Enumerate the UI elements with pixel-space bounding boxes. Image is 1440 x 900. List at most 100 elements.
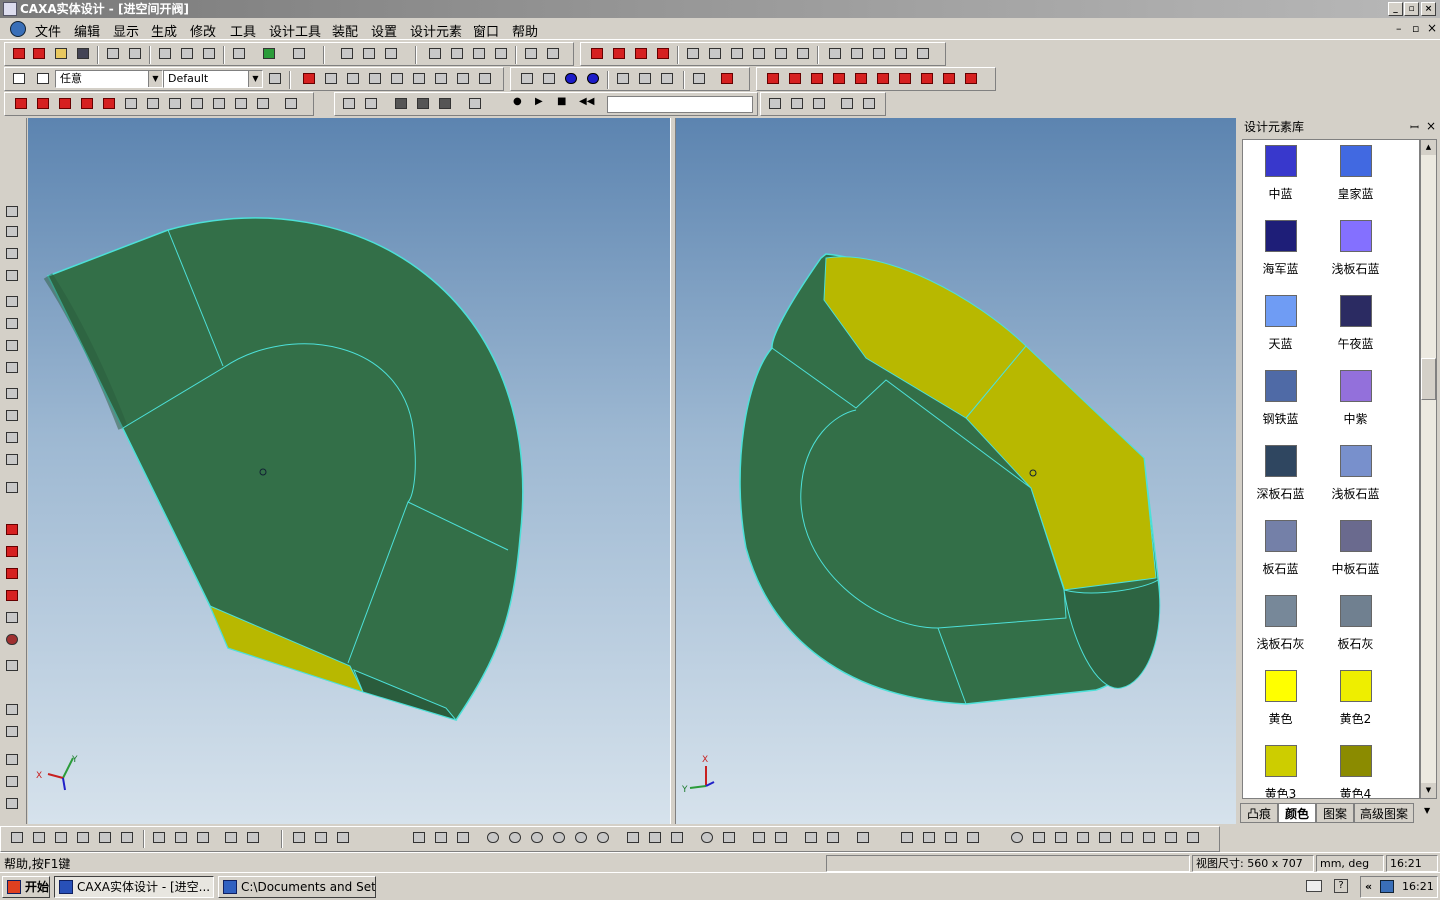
circle-icon-2[interactable] <box>507 830 524 846</box>
red-cube-icon-6[interactable] <box>875 71 892 87</box>
sketch-tool-icon-8[interactable] <box>167 96 184 112</box>
menu-design-tools[interactable]: 设计工具 <box>269 21 321 40</box>
close-button[interactable]: × <box>1421 2 1436 16</box>
surface-icon[interactable] <box>893 46 910 62</box>
corner-icon-1[interactable] <box>803 830 820 846</box>
document-icon[interactable] <box>10 21 26 37</box>
smart-snap-icon[interactable] <box>339 46 356 62</box>
red-cube-icon-2[interactable] <box>787 71 804 87</box>
filter-combo[interactable]: 任意 ▼ <box>55 70 163 88</box>
menu-modify[interactable]: 修改 <box>190 21 216 40</box>
rewind-icon[interactable]: ◀◀ <box>579 96 596 112</box>
color-swatch[interactable]: 深板石蓝 <box>1243 445 1318 502</box>
draw-icon-9[interactable] <box>195 830 212 846</box>
tools-icon[interactable] <box>231 46 248 62</box>
network-icon[interactable] <box>1380 880 1394 893</box>
tool-icon-12[interactable] <box>4 452 21 468</box>
sketch-tool-icon-12[interactable] <box>255 96 272 112</box>
line-tool-icon[interactable] <box>433 71 450 87</box>
tool-icon-23[interactable] <box>4 752 21 768</box>
constraint-icon-2[interactable] <box>921 830 938 846</box>
sketch-tool-icon-2[interactable] <box>35 96 52 112</box>
pattern-icon[interactable] <box>729 46 746 62</box>
hierarchy-icon[interactable] <box>267 71 284 87</box>
sketch-tool-icon-10[interactable] <box>211 96 228 112</box>
tab-advanced-patterns[interactable]: 高级图案 <box>1354 803 1414 823</box>
corner-icon-2[interactable] <box>825 830 842 846</box>
misc-icon-3[interactable] <box>811 96 828 112</box>
color-swatch[interactable]: 天蓝 <box>1243 295 1318 352</box>
constraint-icon-9[interactable] <box>1097 830 1114 846</box>
constraint-icon-10[interactable] <box>1119 830 1136 846</box>
orbit-icon[interactable] <box>4 224 21 240</box>
scissors-icon[interactable] <box>849 46 866 62</box>
misc-icon-2[interactable] <box>789 96 806 112</box>
misc-icon-5[interactable] <box>861 96 878 112</box>
mirror-icon[interactable] <box>707 46 724 62</box>
sketch-tool-icon-9[interactable] <box>189 96 206 112</box>
text-a-icon[interactable] <box>4 658 21 674</box>
circle-icon-1[interactable] <box>485 830 502 846</box>
constraint-icon-8[interactable] <box>1075 830 1092 846</box>
camera-icon[interactable] <box>545 46 562 62</box>
help-tray-icon[interactable]: ? <box>1334 879 1348 893</box>
trim-icon[interactable] <box>773 830 790 846</box>
side-view-icon[interactable] <box>659 71 676 87</box>
hatch-icon[interactable] <box>855 830 872 846</box>
iso-view-icon[interactable] <box>615 71 632 87</box>
tool-icon-16[interactable] <box>4 566 21 582</box>
sketch-tool-icon-7[interactable] <box>145 96 162 112</box>
tool-icon-14[interactable] <box>4 522 21 538</box>
constraint-icon-11[interactable] <box>1141 830 1158 846</box>
new-icon[interactable] <box>11 46 28 62</box>
tab-patterns[interactable]: 图案 <box>1316 803 1354 823</box>
rectangle-icon[interactable] <box>411 830 428 846</box>
mdi-minimize-icon[interactable]: – <box>1396 22 1402 35</box>
spline-icon[interactable] <box>721 830 738 846</box>
roll-icon[interactable] <box>4 268 21 284</box>
draw-icon-8[interactable] <box>173 830 190 846</box>
menu-edit[interactable]: 编辑 <box>74 21 100 40</box>
constraint-icon-5[interactable] <box>1009 830 1026 846</box>
menu-generate[interactable]: 生成 <box>151 21 177 40</box>
menu-tools[interactable]: 工具 <box>230 21 256 40</box>
stop-icon[interactable]: ■ <box>557 96 574 112</box>
constraint-icon-7[interactable] <box>1053 830 1070 846</box>
circle-icon-3[interactable] <box>529 830 546 846</box>
chamfer-icon[interactable] <box>611 46 628 62</box>
save-icon[interactable] <box>75 46 92 62</box>
display-icon[interactable] <box>691 71 708 87</box>
arc-tool-icon[interactable] <box>455 71 472 87</box>
play-icon[interactable]: ▶ <box>535 96 552 112</box>
circle-icon-4[interactable] <box>551 830 568 846</box>
measure-icon[interactable] <box>323 71 340 87</box>
tool-icon-18[interactable] <box>4 610 21 626</box>
anim-icon-2[interactable] <box>415 96 432 112</box>
tool-icon-15[interactable] <box>4 544 21 560</box>
add-anim-icon[interactable] <box>341 96 358 112</box>
keyframe-icon[interactable] <box>363 96 380 112</box>
mdi-close-icon[interactable]: × <box>1427 21 1437 35</box>
revolve-icon[interactable] <box>449 46 466 62</box>
tab-scroll-icon[interactable]: ▼ <box>1424 806 1430 815</box>
timeline-slider[interactable] <box>607 96 753 113</box>
hidden-line-icon[interactable] <box>541 71 558 87</box>
constraint-icon-3[interactable] <box>943 830 960 846</box>
view-icon[interactable] <box>4 338 21 354</box>
sketch-icon[interactable] <box>367 71 384 87</box>
color-swatch[interactable]: 中紫 <box>1318 370 1393 427</box>
constraint-icon-4[interactable] <box>965 830 982 846</box>
bend-icon[interactable] <box>751 46 768 62</box>
menu-settings[interactable]: 设置 <box>371 21 397 40</box>
boolean-icon[interactable] <box>827 46 844 62</box>
constraint-icon-13[interactable] <box>1185 830 1202 846</box>
redo-icon[interactable] <box>127 46 144 62</box>
help-pointer-icon[interactable] <box>291 46 308 62</box>
scroll-down-icon[interactable]: ▼ <box>1421 783 1436 798</box>
misc-icon-4[interactable] <box>839 96 856 112</box>
plane-icon[interactable] <box>389 71 406 87</box>
axis-icon[interactable] <box>345 71 362 87</box>
draw-icon-2[interactable] <box>31 830 48 846</box>
color-swatch[interactable]: 浅板石蓝 <box>1318 220 1393 277</box>
red-cube-icon-1[interactable] <box>765 71 782 87</box>
